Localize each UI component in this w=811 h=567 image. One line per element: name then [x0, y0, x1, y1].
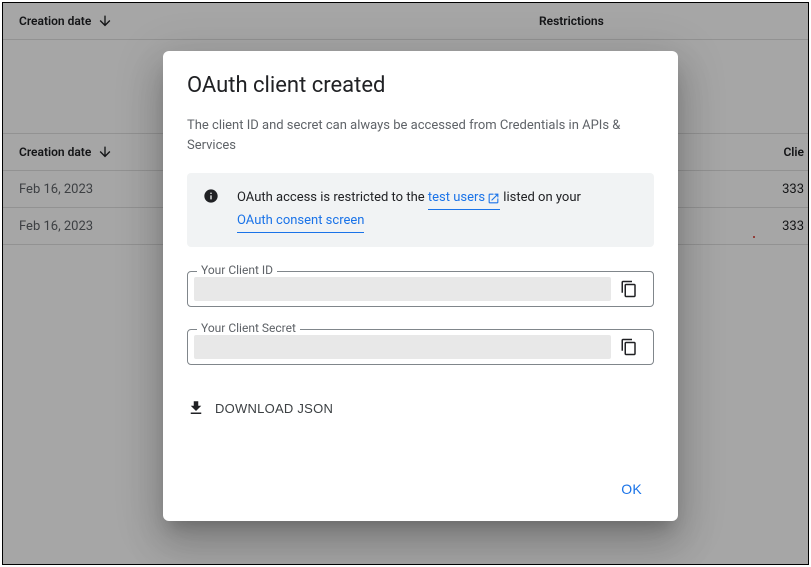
client-id-label: Your Client ID: [197, 263, 277, 277]
client-id-value: [194, 277, 611, 301]
client-secret-value: [194, 335, 611, 359]
ok-button[interactable]: OK: [609, 473, 654, 505]
copy-client-secret-button[interactable]: [611, 333, 647, 361]
info-text: OAuth access is restricted to the test u…: [237, 187, 638, 233]
client-id-field-wrap: Your Client ID: [187, 271, 654, 307]
client-secret-field-wrap: Your Client Secret: [187, 329, 654, 365]
info-icon: [203, 187, 219, 204]
oauth-client-created-dialog: OAuth client created The client ID and s…: [163, 51, 678, 521]
copy-client-id-button[interactable]: [611, 275, 647, 303]
download-json-label: DOWNLOAD JSON: [215, 401, 333, 416]
info-banner: OAuth access is restricted to the test u…: [187, 173, 654, 247]
copy-icon: [620, 338, 638, 356]
dialog-actions: OK: [187, 473, 654, 505]
copy-icon: [620, 280, 638, 298]
download-icon: [187, 399, 205, 417]
client-secret-label: Your Client Secret: [197, 321, 300, 335]
download-json-button[interactable]: DOWNLOAD JSON: [187, 393, 654, 423]
oauth-consent-screen-link[interactable]: OAuth consent screen: [237, 210, 364, 233]
dialog-title: OAuth client created: [187, 73, 654, 98]
test-users-link[interactable]: test users: [428, 187, 500, 210]
external-link-icon: [487, 192, 500, 205]
dialog-subtitle: The client ID and secret can always be a…: [187, 116, 654, 155]
